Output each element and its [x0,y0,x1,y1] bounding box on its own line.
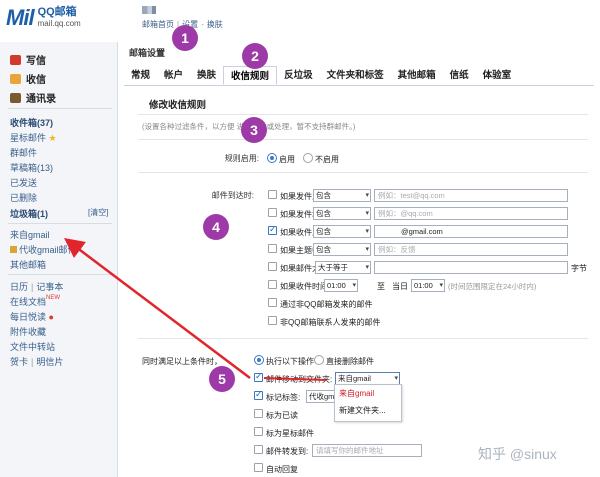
annotation-badge-4: 4 [203,214,229,240]
annotation-badge-3: 3 [241,117,267,143]
annotation-badge-5: 5 [209,366,235,392]
annotation-arrows [64,237,327,381]
annotation-badge-2: 2 [242,43,268,69]
annotation-badge-1: 1 [172,25,198,51]
arrow-to-move-select [263,377,327,381]
watermark: 知乎 @sinux [478,446,557,462]
arrow-to-folder [64,237,251,379]
